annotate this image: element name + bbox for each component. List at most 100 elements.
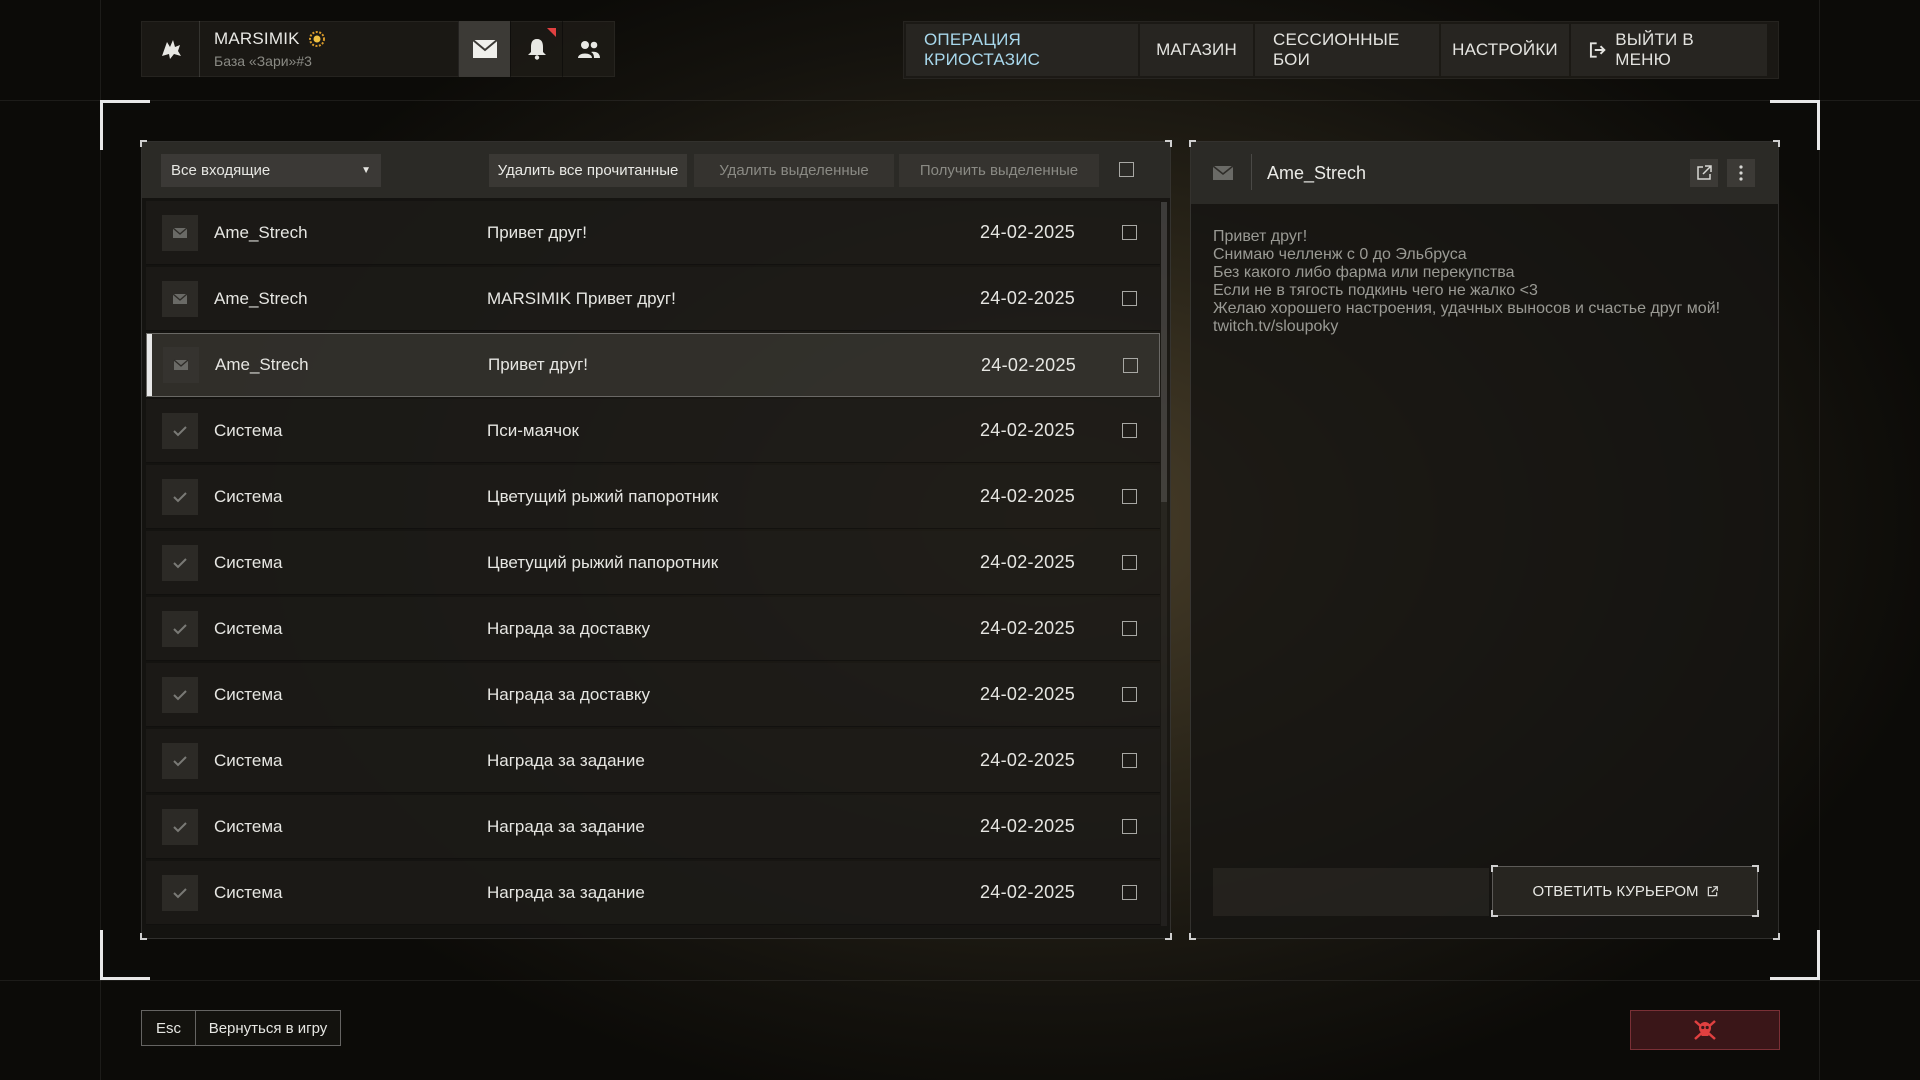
message-date: 24-02-2025 xyxy=(980,816,1076,836)
message-subject: Цветущий рыжий папоротник xyxy=(487,552,719,572)
message-row[interactable]: Система Награда за задание 24-02-2025 xyxy=(146,795,1160,859)
message-date: 24-02-2025 xyxy=(980,486,1076,506)
message-subject: Привет друг! xyxy=(488,355,589,374)
message-subject: Награда за доставку xyxy=(487,684,650,704)
message-checkbox[interactable] xyxy=(1122,423,1137,438)
player-name: MARSIMIK xyxy=(214,29,300,48)
message-checkbox[interactable] xyxy=(1122,555,1137,570)
mail-icon xyxy=(162,214,198,251)
select-all-checkbox[interactable] xyxy=(1119,162,1134,177)
message-checkbox[interactable] xyxy=(1122,225,1137,240)
panel-corner xyxy=(140,933,147,940)
message-line: Снимаю челленж с 0 до Эльбруса xyxy=(1213,246,1467,263)
button-corner xyxy=(1491,865,1498,872)
inbox-filter-select[interactable]: Все входящие ▼ xyxy=(161,154,381,187)
message-date: 24-02-2025 xyxy=(980,420,1076,440)
nav-settings[interactable]: НАСТРОЙКИ xyxy=(1441,24,1569,76)
button-corner xyxy=(1752,865,1759,872)
delete-read-button[interactable]: Удалить все прочитанные xyxy=(489,154,687,187)
panel-corner xyxy=(1165,933,1172,940)
message-date: 24-02-2025 xyxy=(980,618,1076,638)
message-sender: Ame_Strech xyxy=(214,288,308,308)
reply-courier-label: ОТВЕТИТЬ КУРЬЕРОМ xyxy=(1532,882,1699,900)
wolf-logo-icon xyxy=(161,40,181,59)
message-row[interactable]: Система Цветущий рыжий папоротник 24-02-20… xyxy=(146,465,1160,529)
nav-operation[interactable]: ОПЕРАЦИЯ КРИОСТАЗИС xyxy=(906,24,1138,76)
inbox-panel: Все входящие ▼ Удалить все прочитанные У… xyxy=(140,140,1172,940)
message-row[interactable]: Ame_Strech Привет друг! 24-02-2025 xyxy=(146,333,1160,397)
danger-button[interactable] xyxy=(1630,1010,1780,1050)
message-date: 24-02-2025 xyxy=(980,222,1076,242)
message-checkbox[interactable] xyxy=(1122,621,1137,636)
check-icon xyxy=(162,676,198,713)
notifications-button[interactable] xyxy=(510,21,562,77)
check-icon xyxy=(162,412,198,449)
more-options-button[interactable] xyxy=(1727,159,1755,187)
message-date: 24-02-2025 xyxy=(981,354,1077,375)
kebab-menu-icon xyxy=(1739,165,1743,181)
delete-selected-button[interactable]: Удалить выделенные xyxy=(694,154,894,187)
friends-icon xyxy=(577,41,600,58)
message-row[interactable]: Система Награда за доставку 24-02-2025 xyxy=(146,597,1160,661)
message-header: Ame_Strech xyxy=(1191,142,1778,204)
message-sender: Система xyxy=(214,684,283,704)
external-link-icon xyxy=(1707,885,1718,896)
nav-shop[interactable]: МАГАЗИН xyxy=(1140,24,1253,76)
check-icon xyxy=(162,742,198,779)
message-subject: Награда за доставку xyxy=(487,618,650,638)
mail-icon xyxy=(162,280,198,317)
message-checkbox[interactable] xyxy=(1122,687,1137,702)
message-row[interactable]: Система Цветущий рыжий папоротник 24-02-20… xyxy=(146,531,1160,595)
message-sender: Система xyxy=(214,486,283,506)
message-checkbox[interactable] xyxy=(1122,885,1137,900)
message-sender: Ame_Strech xyxy=(1267,163,1367,183)
message-row[interactable]: Система Пси-маячок 24-02-2025 xyxy=(146,399,1160,463)
message-list-scrollbar[interactable] xyxy=(1161,202,1167,926)
message-sender: Система xyxy=(214,420,283,440)
message-row[interactable]: Система Награда за задание 24-02-2025 xyxy=(146,729,1160,793)
mail-icon xyxy=(163,347,199,383)
back-to-game-button[interactable]: Вернуться в игру xyxy=(196,1011,340,1045)
inbox-toolbar: Все входящие ▼ Удалить все прочитанные У… xyxy=(142,142,1170,198)
message-checkbox[interactable] xyxy=(1122,819,1137,834)
message-checkbox[interactable] xyxy=(1122,753,1137,768)
message-panel: Ame_Strech Привет друг! Снимаю челленж с… xyxy=(1189,140,1780,940)
check-icon xyxy=(162,874,198,911)
esc-key-hint[interactable]: Esc xyxy=(142,1011,196,1045)
exit-to-menu-button[interactable]: ВЫЙТИ В МЕНЮ xyxy=(1571,24,1767,76)
message-checkbox[interactable] xyxy=(1122,489,1137,504)
message-sender: Система xyxy=(214,882,283,902)
friends-button[interactable] xyxy=(562,21,614,77)
inbox-filter-value: Все входящие xyxy=(171,162,271,179)
bell-icon xyxy=(527,39,546,60)
message-body: Привет друг! Снимаю челленж с 0 до Эльбр… xyxy=(1213,228,1720,336)
skull-crossbones-icon xyxy=(1694,1020,1716,1040)
open-external-button[interactable] xyxy=(1690,159,1718,187)
message-date: 24-02-2025 xyxy=(980,552,1076,572)
receive-selected-button[interactable]: Получить выделенные xyxy=(899,154,1099,187)
message-subject: MARSIMIK Привет друг! xyxy=(487,288,676,308)
reply-courier-button[interactable]: ОТВЕТИТЬ КУРЬЕРОМ xyxy=(1491,865,1759,917)
message-subject: Привет друг! xyxy=(487,222,588,242)
message-row[interactable]: Система Награда за задание 24-02-2025 xyxy=(146,861,1160,925)
message-checkbox[interactable] xyxy=(1123,357,1138,373)
message-line: Привет друг! xyxy=(1213,228,1308,245)
external-link-icon xyxy=(1697,165,1712,180)
nav-session-battles[interactable]: СЕССИОННЫЕ БОИ xyxy=(1255,24,1439,76)
message-row[interactable]: Система Награда за доставку 24-02-2025 xyxy=(146,663,1160,727)
message-checkbox[interactable] xyxy=(1122,291,1137,306)
message-date: 24-02-2025 xyxy=(980,288,1076,308)
mail-button[interactable] xyxy=(458,21,510,77)
notification-indicator xyxy=(547,28,556,37)
scrollbar-thumb[interactable] xyxy=(1161,202,1167,502)
message-subject: Награда за задание xyxy=(487,750,645,770)
message-row[interactable]: Ame_Strech MARSIMIK Привет друг! 24-02-202… xyxy=(146,267,1160,331)
faction-logo[interactable] xyxy=(142,21,200,77)
dropdown-arrow-icon: ▼ xyxy=(361,165,371,176)
message-sender: Система xyxy=(214,618,283,638)
message-line: Без какого либо фарма или перекупства xyxy=(1213,264,1515,281)
check-icon xyxy=(162,610,198,647)
message-row[interactable]: Ame_Strech Привет друг! 24-02-2025 xyxy=(146,201,1160,265)
rank-badge-icon xyxy=(308,31,325,47)
message-line: twitch.tv/sloupoky xyxy=(1213,318,1339,335)
